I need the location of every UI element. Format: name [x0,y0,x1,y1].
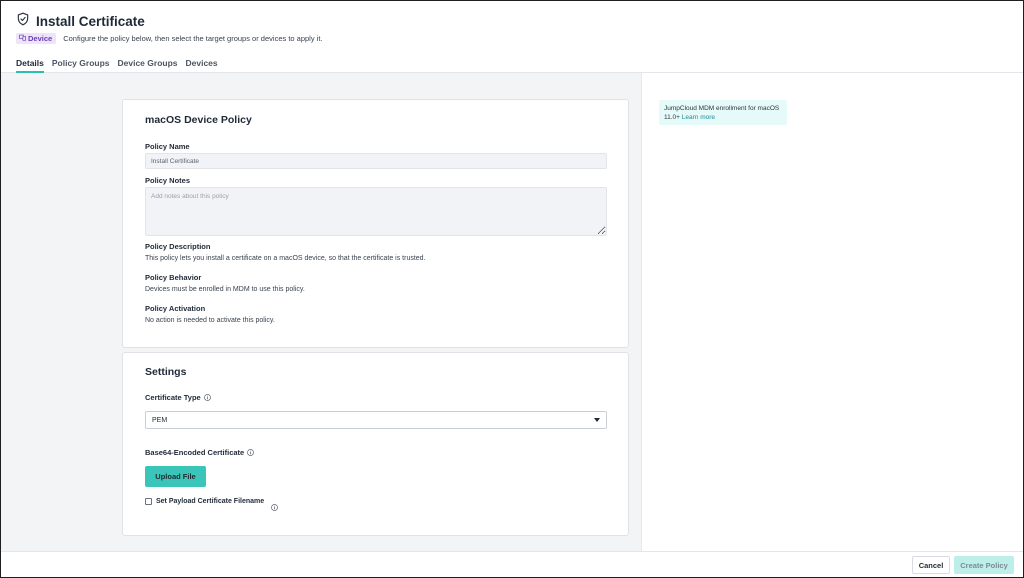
payload-filename-checkbox[interactable] [145,498,152,505]
info-icon[interactable] [271,498,278,511]
mdm-enrollment-note: JumpCloud MDM enrollment for macOS 11.0+… [659,100,787,125]
shield-check-icon [16,12,30,31]
policy-name-label: Policy Name [145,142,190,151]
policy-notes-textarea[interactable] [145,187,607,236]
base64-certificate-label: Base64-Encoded Certificate [145,448,255,457]
policy-activation-text: No action is needed to activate this pol… [145,317,275,324]
policy-name-input[interactable] [145,153,607,169]
settings-title: Settings [145,366,187,378]
certificate-type-value: PEM [152,416,168,424]
main-content: macOS Device Policy Policy Name Policy N… [1,73,1023,551]
footer-bar: Cancel Create Policy [1,551,1023,577]
cancel-button[interactable]: Cancel [912,556,950,574]
title-row: Install Certificate [16,12,145,31]
page-header: Install Certificate Device Configure the… [1,1,1023,73]
certificate-type-label-text: Certificate Type [145,393,201,402]
base64-certificate-label-text: Base64-Encoded Certificate [145,448,245,457]
devices-icon [19,34,26,43]
right-panel: JumpCloud MDM enrollment for macOS 11.0+… [641,73,1023,551]
upload-file-button[interactable]: Upload File [145,466,206,487]
tab-policy-groups[interactable]: Policy Groups [52,56,110,73]
tab-bar: Details Policy Groups Device Groups Devi… [16,56,218,73]
policy-behavior-label: Policy Behavior [145,273,202,282]
tab-details[interactable]: Details [16,56,44,73]
device-badge: Device [16,33,57,44]
payload-filename-label: Set Payload Certificate Filename [156,498,265,505]
page-title: Install Certificate [36,14,145,29]
page-subtitle: Configure the policy below, then select … [63,34,323,43]
badge-label: Device [28,34,53,43]
caret-down-icon [594,418,600,422]
policy-behavior-text: Devices must be enrolled in MDM to use t… [145,286,305,293]
app-window: Install Certificate Device Configure the… [0,0,1024,578]
learn-more-link[interactable]: Learn more [682,114,715,121]
tab-devices[interactable]: Devices [186,56,218,73]
certificate-type-label: Certificate Type [145,393,211,402]
subtitle-row: Device Configure the policy below, then … [16,33,323,44]
info-icon[interactable] [203,394,211,401]
payload-filename-row: Set Payload Certificate Filename [145,498,278,511]
policy-activation-label: Policy Activation [145,304,206,313]
policy-description-label: Policy Description [145,242,211,251]
info-icon[interactable] [247,449,255,456]
create-policy-button[interactable]: Create Policy [954,556,1014,574]
policy-card-title: macOS Device Policy [145,114,252,126]
tab-device-groups[interactable]: Device Groups [118,56,178,73]
certificate-type-select[interactable]: PEM [145,411,607,429]
policy-notes-label: Policy Notes [145,176,191,185]
policy-card: macOS Device Policy Policy Name Policy N… [122,99,629,348]
policy-description-text: This policy lets you install a certifica… [145,255,426,262]
settings-card: Settings Certificate Type PEM Base64-Enc… [122,352,629,536]
